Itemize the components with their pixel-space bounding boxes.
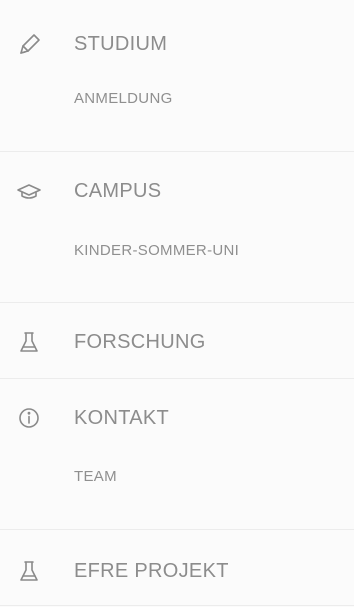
nav-item-kontakt[interactable]: KONTAKT: [0, 398, 354, 438]
info-icon: [15, 404, 43, 432]
nav-item-studium[interactable]: STUDIUM: [0, 24, 354, 64]
nav-item-label: EFRE PROJEKT: [74, 560, 229, 582]
divider: [0, 378, 354, 379]
subnav-item-team[interactable]: TEAM: [74, 468, 117, 486]
subnav-item-anmeldung[interactable]: ANMELDUNG: [74, 90, 173, 108]
divider: [0, 605, 354, 606]
nav-item-campus[interactable]: CAMPUS: [0, 171, 354, 211]
sidebar-navigation: STUDIUM ANMELDUNG CAMPUS KINDER-SOMMER-U…: [0, 0, 354, 607]
flask-icon: [15, 328, 43, 356]
nav-item-label: FORSCHUNG: [74, 331, 206, 353]
flask-icon: [15, 557, 43, 585]
pencil-icon: [15, 30, 43, 58]
nav-item-label: STUDIUM: [74, 33, 168, 55]
subnav-item-kinder-sommer-uni[interactable]: KINDER-SOMMER-UNI: [74, 242, 239, 260]
divider: [0, 302, 354, 303]
nav-item-label: KONTAKT: [74, 407, 170, 429]
divider: [0, 151, 354, 152]
graduation-cap-icon: [15, 177, 43, 205]
nav-item-label: CAMPUS: [74, 180, 162, 202]
nav-item-efre-projekt[interactable]: EFRE PROJEKT: [0, 551, 354, 591]
divider: [0, 529, 354, 530]
nav-item-forschung[interactable]: FORSCHUNG: [0, 322, 354, 362]
